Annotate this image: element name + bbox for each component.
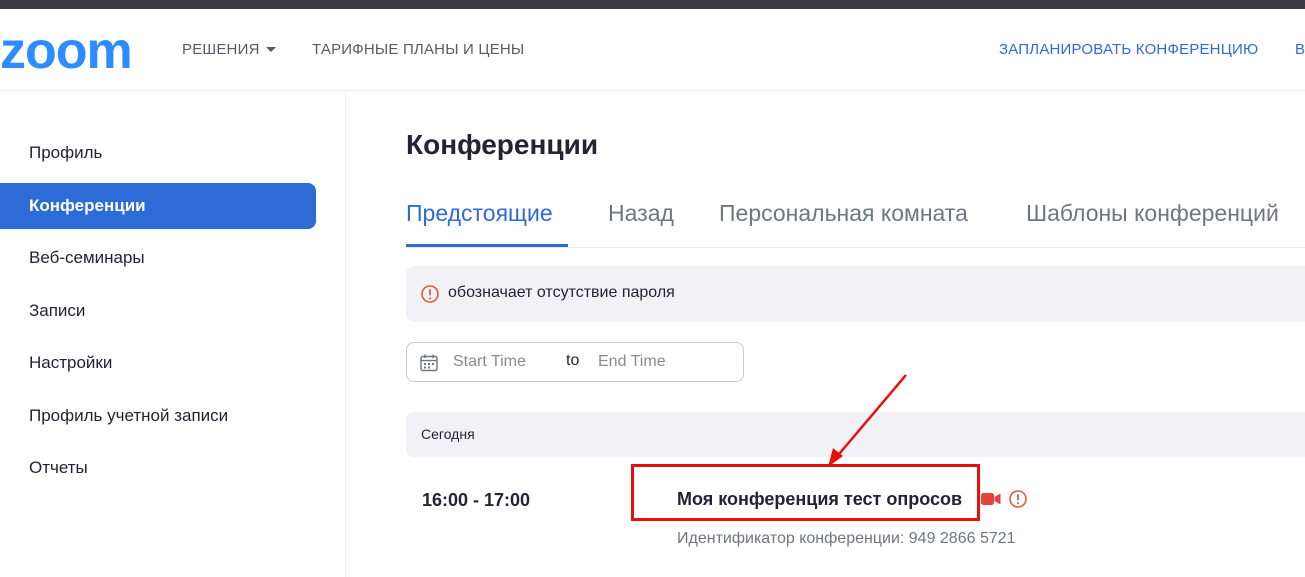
tab-previous[interactable]: Назад xyxy=(608,200,674,227)
nav-solutions-label: РЕШЕНИЯ xyxy=(182,41,260,58)
exclamation-circle-icon xyxy=(1009,490,1027,508)
end-time-input[interactable] xyxy=(598,351,718,373)
sidebar-item-settings[interactable]: Настройки xyxy=(0,340,316,386)
zoom-logo-mark: zoom xyxy=(0,25,133,75)
sidebar: Профиль Конференции Веб-семинары Записи … xyxy=(0,92,346,577)
svg-text:zoom: zoom xyxy=(0,25,132,75)
date-range-picker[interactable]: to xyxy=(406,342,744,382)
meeting-title-link[interactable]: Моя конференция тест опросов xyxy=(677,489,962,510)
date-range-to-label: to xyxy=(566,352,580,369)
meeting-id: Идентификатор конференции: 949 2866 5721 xyxy=(677,530,1016,547)
tab-upcoming[interactable]: Предстоящие xyxy=(406,200,553,227)
site-header: zoom РЕШЕНИЯ ТАРИФНЫЕ ПЛАНЫ И ЦЕНЫ ЗАПЛА… xyxy=(0,9,1305,91)
start-time-input[interactable] xyxy=(453,351,553,373)
sidebar-item-reports[interactable]: Отчеты xyxy=(0,445,316,491)
notice-text: обозначает отсутствие пароля xyxy=(448,284,675,301)
calendar-icon xyxy=(420,354,438,372)
browser-top-strip xyxy=(0,0,1305,9)
sidebar-item-meetings[interactable]: Конференции xyxy=(0,183,316,229)
sidebar-item-profile[interactable]: Профиль xyxy=(0,130,316,176)
meeting-time: 16:00 - 17:00 xyxy=(422,490,531,510)
day-group-label: Сегодня xyxy=(421,426,475,442)
main-content: Конференции Предстоящие Назад Персональн… xyxy=(346,92,1305,577)
tab-personal-room[interactable]: Персональная комната xyxy=(719,200,968,227)
day-group-header: Сегодня xyxy=(406,412,1305,457)
nav-schedule-meeting[interactable]: ЗАПЛАНИРОВАТЬ КОНФЕРЕНЦИЮ xyxy=(999,41,1258,58)
nav-join-meeting[interactable]: В xyxy=(1295,41,1305,58)
sidebar-item-webinars[interactable]: Веб-семинары xyxy=(0,235,316,281)
sidebar-item-account-profile[interactable]: Профиль учетной записи xyxy=(0,393,316,439)
exclamation-circle-icon xyxy=(421,285,439,303)
nav-solutions[interactable]: РЕШЕНИЯ xyxy=(182,41,276,58)
video-camera-icon xyxy=(981,493,1001,505)
tab-meeting-templates[interactable]: Шаблоны конференций xyxy=(1026,200,1279,227)
no-password-notice: обозначает отсутствие пароля xyxy=(406,266,1305,322)
zoom-logo[interactable]: zoom xyxy=(0,25,145,75)
page-title: Конференции xyxy=(406,129,599,160)
meeting-tabs: Предстоящие Назад Персональная комната Ш… xyxy=(406,190,1305,248)
caret-down-icon xyxy=(265,46,276,52)
nav-plans-pricing[interactable]: ТАРИФНЫЕ ПЛАНЫ И ЦЕНЫ xyxy=(312,41,524,58)
active-tab-underline xyxy=(406,244,568,247)
sidebar-item-recordings[interactable]: Записи xyxy=(0,288,316,334)
